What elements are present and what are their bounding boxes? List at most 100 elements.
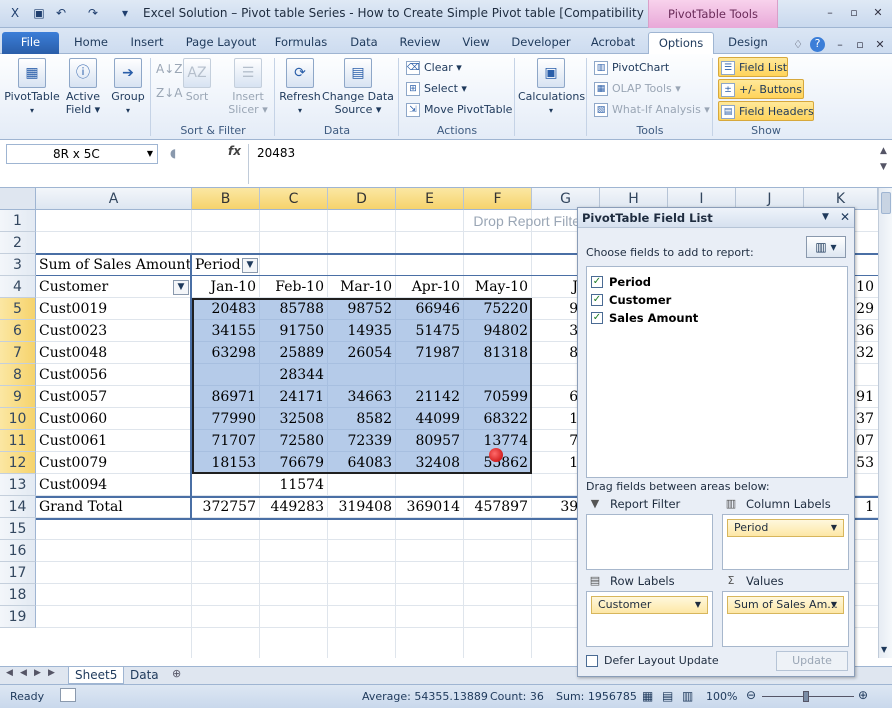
minimize-ribbon-icon[interactable]: ♢ [790, 38, 806, 52]
row-header-16[interactable]: 16 [0, 540, 36, 562]
field-item-customer[interactable]: ✓ Customer [591, 291, 671, 309]
scroll-down-arrow-icon[interactable]: ▼ [881, 645, 887, 654]
field-list-options-dropdown-icon[interactable]: ▼ [822, 212, 829, 222]
tab-options[interactable]: Options [648, 32, 714, 54]
sort-button[interactable]: AZ Sort [180, 58, 214, 103]
tab-home[interactable]: Home [70, 32, 112, 54]
tab-view[interactable]: View [456, 32, 496, 54]
row-header-14[interactable]: 14 [0, 496, 36, 518]
window-close-icon[interactable]: ✕ [872, 38, 888, 52]
sort-a-z-icon[interactable]: A↓Z [156, 62, 182, 76]
tab-design[interactable]: Design [718, 32, 778, 54]
value-field-dropdown-icon[interactable]: ▼ [831, 597, 837, 613]
row-header-7[interactable]: 7 [0, 342, 36, 364]
field-item-period[interactable]: ✓ Period [591, 273, 651, 291]
what-if-analysis-button[interactable]: ▧ What-If Analysis ▾ [592, 100, 710, 120]
tab-data[interactable]: Data [344, 32, 384, 54]
window-restore-icon[interactable]: ▫ [852, 38, 868, 52]
field-list-close-icon[interactable]: ✕ [840, 210, 850, 224]
clear-button[interactable]: ⌫ Clear ▾ [404, 58, 462, 78]
redo-icon[interactable]: ↷ [84, 5, 102, 22]
row-header-4[interactable]: 4 [0, 276, 36, 298]
insert-sheet-icon[interactable]: ⊕ [172, 667, 181, 680]
tab-review[interactable]: Review [396, 32, 444, 54]
formula-bar-scroll-down-icon[interactable]: ▼ [880, 162, 887, 172]
formula-bar-collapse-icon[interactable]: ◖ [170, 146, 176, 160]
customer-filter-dropdown-icon[interactable]: ▼ [173, 280, 189, 295]
row-header-13[interactable]: 13 [0, 474, 36, 496]
column-header-e[interactable]: E [396, 188, 464, 210]
change-data-source-button[interactable]: ▤ Change Data Source ▾ [322, 58, 394, 116]
sheet-tab-data[interactable]: Data [124, 667, 165, 684]
row-header-8[interactable]: 8 [0, 364, 36, 386]
save-icon[interactable]: ▣ [30, 5, 48, 22]
field-checkbox[interactable]: ✓ [591, 276, 603, 288]
sheet-nav-next-icon[interactable]: ▶ [34, 668, 41, 678]
row-header-9[interactable]: 9 [0, 386, 36, 408]
row-header-17[interactable]: 17 [0, 562, 36, 584]
sheet-nav-last-icon[interactable]: ▶ [48, 668, 55, 678]
row-field-pill[interactable]: Customer ▼ [591, 596, 708, 614]
refresh-button[interactable]: ⟳ Refresh ▾ [278, 58, 322, 116]
tab-acrobat[interactable]: Acrobat [586, 32, 640, 54]
row-header-5[interactable]: 5 [0, 298, 36, 320]
sheet-nav-first-icon[interactable]: ◀ [6, 668, 13, 678]
row-header-19[interactable]: 19 [0, 606, 36, 628]
row-header-2[interactable]: 2 [0, 232, 36, 254]
tab-page-layout[interactable]: Page Layout [182, 32, 260, 54]
restore-icon[interactable]: ▫ [846, 6, 862, 20]
row-header-18[interactable]: 18 [0, 584, 36, 606]
tab-file[interactable]: File [2, 32, 59, 54]
zoom-out-icon[interactable]: ⊖ [746, 688, 756, 702]
zoom-slider-thumb[interactable] [803, 691, 809, 702]
page-layout-view-icon[interactable]: ▤ [662, 689, 673, 703]
window-minimize-icon[interactable]: – [832, 38, 848, 52]
insert-function-icon[interactable]: fx [228, 144, 241, 158]
row-header-10[interactable]: 10 [0, 408, 36, 430]
field-headers-toggle[interactable]: ▤ Field Headers [718, 101, 814, 121]
active-field-button[interactable]: ⓘ Active Field ▾ [62, 58, 104, 116]
sheet-tab-sheet5[interactable]: Sheet5 [68, 667, 125, 684]
tab-formulas[interactable]: Formulas [272, 32, 330, 54]
period-filter-dropdown-icon[interactable]: ▼ [242, 258, 258, 273]
row-header-15[interactable]: 15 [0, 518, 36, 540]
normal-view-icon[interactable]: ▦ [642, 689, 653, 703]
close-icon[interactable]: ✕ [870, 6, 886, 20]
field-list-toggle[interactable]: ☰ Field List [718, 57, 788, 77]
tab-developer[interactable]: Developer [508, 32, 574, 54]
values-drop-area[interactable]: Sum of Sales Am... ▼ [722, 591, 849, 647]
help-icon[interactable]: ? [810, 37, 825, 52]
select-all-corner[interactable] [0, 188, 36, 210]
zoom-in-icon[interactable]: ⊕ [858, 688, 868, 702]
sheet-nav-prev-icon[interactable]: ◀ [20, 668, 27, 678]
update-button[interactable]: Update [776, 651, 848, 671]
undo-icon[interactable]: ↶ [52, 5, 70, 22]
column-header-c[interactable]: C [260, 188, 328, 210]
row-header-3[interactable]: 3 [0, 254, 36, 276]
tab-insert[interactable]: Insert [124, 32, 170, 54]
minimize-icon[interactable]: – [822, 6, 838, 20]
page-break-view-icon[interactable]: ▥ [682, 689, 693, 703]
defer-layout-checkbox[interactable] [586, 655, 598, 667]
expand-formula-bar-icon[interactable]: ▲ [880, 146, 887, 156]
report-filter-drop-area[interactable] [586, 514, 713, 570]
column-field-dropdown-icon[interactable]: ▼ [831, 520, 837, 536]
insert-slicer-button[interactable]: ☰ Insert Slicer ▾ [226, 58, 270, 116]
name-box[interactable]: 8R x 5C ▼ [6, 144, 158, 164]
formula-input[interactable]: 20483 [248, 144, 878, 184]
plus-minus-buttons-toggle[interactable]: ± +/- Buttons [718, 79, 804, 99]
column-header-f[interactable]: F [464, 188, 532, 210]
column-header-b[interactable]: B [192, 188, 260, 210]
field-checkbox[interactable]: ✓ [591, 312, 603, 324]
value-field-pill[interactable]: Sum of Sales Am... ▼ [727, 596, 844, 614]
field-list-layout-button[interactable]: ▥ ▾ [806, 236, 846, 258]
select-button[interactable]: ⊞ Select ▾ [404, 79, 467, 99]
pivottable-button[interactable]: ▦ PivotTable ▾ [4, 58, 60, 116]
row-field-dropdown-icon[interactable]: ▼ [695, 597, 701, 613]
column-field-pill[interactable]: Period ▼ [727, 519, 844, 537]
column-header-a[interactable]: A [36, 188, 192, 210]
olap-tools-button[interactable]: ▦ OLAP Tools ▾ [592, 79, 681, 99]
vertical-scrollbar[interactable]: ▼ [878, 188, 892, 658]
pivotchart-button[interactable]: ▥ PivotChart [592, 58, 669, 78]
field-item-sales-amount[interactable]: ✓ Sales Amount [591, 309, 698, 327]
